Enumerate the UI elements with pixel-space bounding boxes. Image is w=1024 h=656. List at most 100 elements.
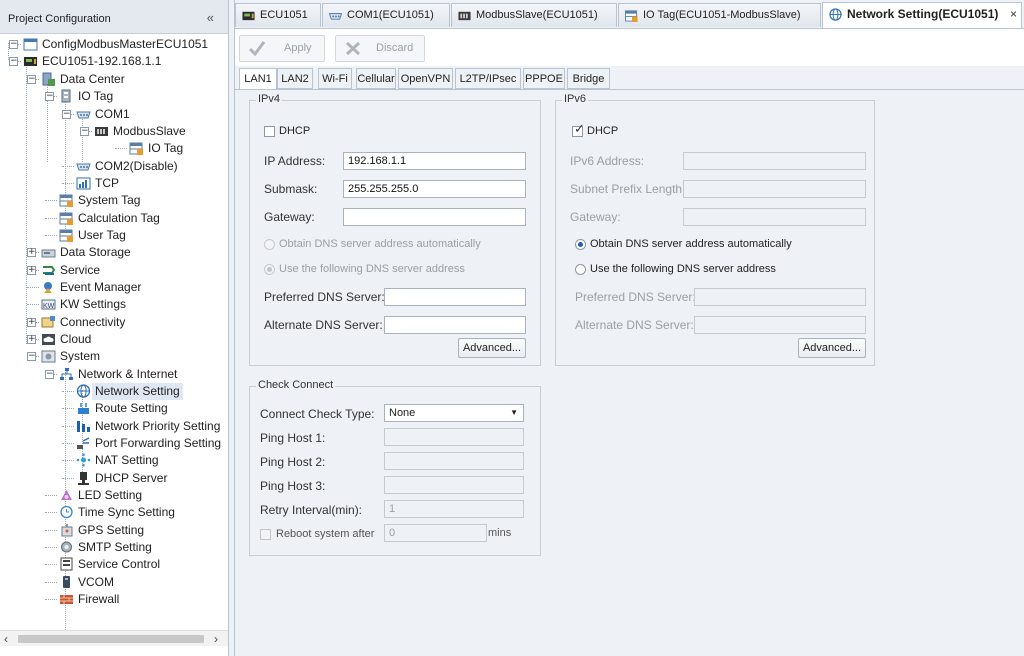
ipv6-dns-manual-radio[interactable]: [575, 264, 586, 275]
ipv6-advanced-button[interactable]: Advanced...: [798, 338, 866, 358]
led-icon: [61, 490, 72, 500]
submask-input[interactable]: [343, 180, 526, 198]
doc-tab-3[interactable]: IO Tag(ECU1051-ModbusSlave): [618, 3, 821, 27]
tab-l2tp-ipsec[interactable]: L2TP/IPsec: [455, 68, 521, 89]
ping-host-3-input[interactable]: [384, 476, 524, 494]
tree-node-label: Connectivity: [60, 315, 126, 329]
expand-icon[interactable]: +: [27, 266, 36, 275]
ipv6-preferred-dns-input[interactable]: [694, 288, 866, 306]
doc-tab-2[interactable]: ModbusSlave(ECU1051): [451, 3, 617, 27]
reboot-system-checkbox[interactable]: [260, 529, 271, 540]
ipv4-dhcp-checkbox[interactable]: [264, 126, 275, 137]
collapse-icon[interactable]: −: [80, 127, 89, 136]
document-tabs: ECU1051 COM1(ECU1051) ModbusSlave(ECU1051)…: [235, 2, 1024, 28]
reboot-system-label: Reboot system after: [276, 528, 375, 540]
scrollbar-thumb[interactable]: [18, 635, 204, 643]
discard-button[interactable]: Discard: [335, 35, 425, 62]
ipv6-dhcp-checkbox[interactable]: ✓: [572, 122, 585, 137]
subnet-prefix-input[interactable]: [683, 180, 866, 198]
connect-check-type-select[interactable]: None ▼: [384, 404, 524, 422]
tree-connector: [115, 148, 127, 149]
tree-connector: [62, 408, 74, 409]
lan1-settings-pane: IPv4 DHCP IP Address: Submask: Gateway: …: [235, 89, 1024, 656]
expand-icon[interactable]: +: [27, 318, 36, 327]
ipv4-advanced-button[interactable]: Advanced...: [458, 338, 526, 358]
doc-tab-4[interactable]: Network Setting(ECU1051) ×: [822, 2, 1022, 28]
event-manager-icon: [44, 282, 52, 293]
tree-connector: [62, 166, 74, 167]
ping-host-1-input[interactable]: [384, 428, 524, 446]
ip-address-input[interactable]: [343, 152, 526, 170]
connect-check-type-label: Connect Check Type:: [260, 407, 375, 421]
collapse-icon[interactable]: −: [62, 110, 71, 119]
ping-host-1-label: Ping Host 1:: [260, 431, 326, 445]
tree-node-label: VCOM: [78, 575, 114, 589]
apply-button[interactable]: Apply: [239, 35, 325, 62]
tree-node-label: IO Tag: [148, 141, 184, 155]
tab-lan1[interactable]: LAN1: [239, 68, 277, 90]
preferred-dns-input[interactable]: [384, 288, 526, 306]
ping-host-2-input[interactable]: [384, 452, 524, 470]
ipv4-dns-manual-radio[interactable]: [264, 264, 275, 275]
interface-tabs: LAN1 LAN2 Wi-Fi Cellular OpenVPN L2TP/IPsec PP…: [235, 68, 1024, 90]
tab-wi-fi[interactable]: Wi-Fi: [318, 68, 352, 89]
tab-bridge[interactable]: Bridge: [567, 68, 610, 89]
preferred-dns-label: Preferred DNS Server:: [264, 290, 385, 304]
tree-node-label: TCP: [95, 176, 119, 190]
collapse-icon[interactable]: −: [27, 75, 36, 84]
gateway-input[interactable]: [343, 208, 526, 226]
close-tab-icon[interactable]: ×: [1010, 3, 1017, 26]
horizontal-scrollbar[interactable]: ‹ ›: [0, 630, 228, 646]
collapse-panel-icon[interactable]: «: [207, 10, 214, 25]
tree-node-label: Calculation Tag: [78, 211, 160, 225]
ipv6-address-input[interactable]: [683, 152, 866, 170]
check-connect-title: Check Connect: [256, 379, 336, 391]
retry-interval-input[interactable]: [384, 500, 524, 518]
doc-tab-label: ECU1051: [260, 9, 308, 21]
tab-openvpn[interactable]: OpenVPN: [398, 68, 453, 89]
tree-node-label: GPS Setting: [78, 523, 145, 537]
tree-node-label: Network & Internet: [78, 367, 178, 381]
tab-cellular[interactable]: Cellular: [356, 68, 396, 89]
reboot-after-input[interactable]: [384, 524, 487, 542]
tree-connector: [27, 304, 39, 305]
collapse-icon[interactable]: −: [9, 57, 18, 66]
collapse-icon[interactable]: −: [45, 370, 54, 379]
panel-title: Project Configuration: [8, 13, 111, 25]
tree-node-label: Network Setting: [92, 383, 183, 400]
ipv6-alternate-dns-input[interactable]: [694, 316, 866, 334]
ipv4-dns-auto-radio[interactable]: [264, 239, 275, 250]
expand-icon[interactable]: +: [27, 335, 36, 344]
apply-label: Apply: [284, 42, 312, 54]
project-tree: − ConfigModbusMasterECU1051− ECU1051-192.1…: [0, 34, 228, 630]
expand-icon[interactable]: +: [27, 248, 36, 257]
doc-tab-0[interactable]: ECU1051: [235, 3, 321, 27]
collapse-icon[interactable]: −: [27, 352, 36, 361]
ipv6-gateway-input[interactable]: [683, 208, 866, 226]
collapse-icon[interactable]: −: [45, 92, 54, 101]
tcp-icon: [76, 177, 91, 190]
ipv6-dns-auto-radio[interactable]: [575, 239, 586, 250]
tree-node-label: Route Setting: [95, 401, 168, 415]
tree-node-label: IO Tag: [78, 89, 114, 103]
tree-connector: [45, 495, 57, 496]
scroll-right-icon[interactable]: ›: [214, 632, 218, 646]
dropdown-arrow-icon: ▼: [510, 408, 518, 417]
tree-node-label: KW Settings: [60, 297, 127, 311]
globe-icon: [829, 8, 842, 21]
collapse-icon[interactable]: −: [9, 40, 18, 49]
device-icon: [24, 57, 37, 66]
ipv6-dns-manual-label: Use the following DNS server address: [590, 263, 776, 275]
toolbar: Apply Discard: [235, 28, 1024, 66]
ipv6-title: IPv6: [562, 93, 589, 105]
scroll-left-icon[interactable]: ‹: [4, 632, 8, 646]
tree-node-label: System Tag: [78, 193, 141, 207]
tab-lan2[interactable]: LAN2: [277, 68, 313, 89]
alternate-dns-input[interactable]: [384, 316, 526, 334]
tree-node-label: COM2(Disable): [95, 159, 178, 173]
tree-connector: [62, 391, 74, 392]
io-tag-icon: [61, 89, 71, 103]
tree-node-label: User Tag: [78, 228, 126, 242]
doc-tab-1[interactable]: COM1(ECU1051): [322, 3, 450, 27]
tab-pppoe[interactable]: PPPOE: [523, 68, 565, 89]
